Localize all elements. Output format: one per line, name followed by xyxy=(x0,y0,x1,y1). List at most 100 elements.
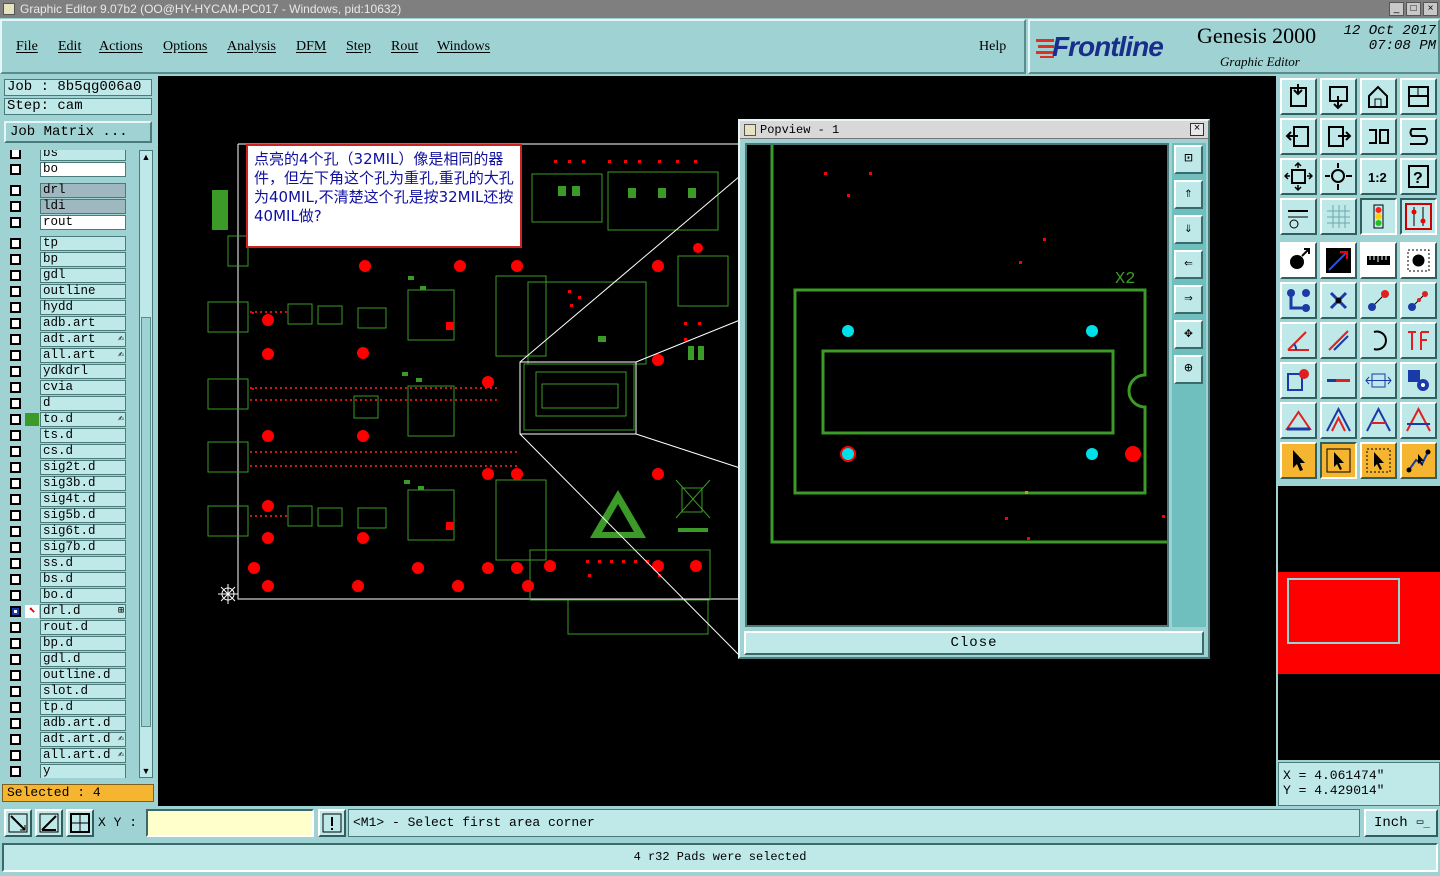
dimension-icon[interactable] xyxy=(1360,362,1397,399)
popview-center-icon[interactable]: ⊕ xyxy=(1174,355,1203,384)
layer-checkbox[interactable] xyxy=(10,670,21,681)
layer-checkbox[interactable] xyxy=(10,638,21,649)
layer-name[interactable]: bo.d xyxy=(40,588,126,603)
layer-checkbox[interactable] xyxy=(10,398,21,409)
layer-checkbox[interactable] xyxy=(10,270,21,281)
menu-file[interactable]: File xyxy=(16,39,38,55)
layer-checkbox[interactable] xyxy=(10,334,21,345)
layer-name[interactable]: tp.d xyxy=(40,700,126,715)
menu-analysis[interactable]: Analysis xyxy=(227,39,276,55)
layer-row[interactable]: tp.d xyxy=(4,700,126,715)
snap-grid-icon[interactable] xyxy=(66,809,94,837)
layer-checkbox[interactable] xyxy=(10,750,21,761)
scroll-thumb[interactable] xyxy=(141,317,151,727)
layer-row[interactable]: adb.art xyxy=(4,316,126,331)
layer-row[interactable]: bo.d xyxy=(4,588,126,603)
layer-name[interactable]: outline xyxy=(40,284,126,299)
layer-name[interactable]: rout xyxy=(40,215,126,230)
layer-checkbox[interactable] xyxy=(10,238,21,249)
zoom-fit-icon[interactable] xyxy=(1280,158,1317,195)
layer-checkbox[interactable] xyxy=(10,382,21,393)
layer-checkbox[interactable] xyxy=(10,286,21,297)
menu-help[interactable]: Help xyxy=(979,39,1006,55)
layer-name[interactable]: adb.art.d xyxy=(40,716,126,731)
measure-angle-icon[interactable] xyxy=(35,809,63,837)
popview-canvas[interactable]: X2 xyxy=(745,143,1169,627)
layer-checkbox[interactable] xyxy=(10,254,21,265)
split-line-icon[interactable] xyxy=(1320,362,1357,399)
select-net-icon[interactable] xyxy=(1400,442,1437,479)
layer-row[interactable]: sig3b.d xyxy=(4,476,126,491)
layer-name[interactable]: ts.d xyxy=(40,428,126,443)
layer-name[interactable]: drl.d xyxy=(40,604,126,619)
layer-row[interactable]: tp xyxy=(4,236,126,251)
selected-pad[interactable] xyxy=(1086,325,1098,337)
layer-name[interactable]: hydd xyxy=(40,300,126,315)
layer-name[interactable]: to.d xyxy=(40,412,126,427)
layer-row[interactable]: all.art ✍ xyxy=(4,348,126,363)
layer-row[interactable]: adt.art ✍ xyxy=(4,332,126,347)
layer-name[interactable]: adb.art xyxy=(40,316,126,331)
select-area-pointer-icon[interactable] xyxy=(1360,442,1397,479)
layer-name[interactable]: bp.d xyxy=(40,636,126,651)
layer-name[interactable]: bo xyxy=(40,162,126,177)
layer-list-scrollbar[interactable]: ▲ ▼ xyxy=(139,150,153,778)
slant-line-icon[interactable] xyxy=(1320,322,1357,359)
layer-checkbox[interactable] xyxy=(10,430,21,441)
layer-checkbox[interactable] xyxy=(10,164,21,175)
redraw-icon[interactable] xyxy=(1400,118,1437,155)
layer-checkbox[interactable] xyxy=(10,734,21,745)
layer-checkbox[interactable] xyxy=(10,606,21,617)
triangle-c-icon[interactable] xyxy=(1400,402,1437,439)
layer-row[interactable]: bp xyxy=(4,252,126,267)
text-flip-icon[interactable] xyxy=(1400,322,1437,359)
pan-left-icon[interactable] xyxy=(1280,118,1317,155)
layer-row[interactable]: cvia xyxy=(4,380,126,395)
layer-checkbox[interactable] xyxy=(10,302,21,313)
layer-name[interactable]: sig2t.d xyxy=(40,460,126,475)
layer-row[interactable]: gdl.d xyxy=(4,652,126,667)
minimize-button[interactable]: _ xyxy=(1389,2,1404,16)
layer-checkbox[interactable] xyxy=(10,526,21,537)
close-window-button[interactable]: × xyxy=(1423,2,1438,16)
snap-icon[interactable] xyxy=(1400,198,1437,235)
layer-name[interactable]: bs.d xyxy=(40,572,126,587)
popview-pan-right-icon[interactable]: ⇒ xyxy=(1174,285,1203,314)
selected-pad[interactable] xyxy=(842,448,854,460)
layer-checkbox[interactable] xyxy=(10,366,21,377)
layer-row[interactable]: to.d ✍ xyxy=(4,412,126,427)
layer-checkbox[interactable] xyxy=(10,542,21,553)
triangle-select-icon[interactable] xyxy=(1280,402,1317,439)
maximize-button[interactable]: □ xyxy=(1406,2,1421,16)
layer-checkbox[interactable] xyxy=(10,574,21,585)
layer-row[interactable]: cs.d xyxy=(4,444,126,459)
mirror-icon[interactable] xyxy=(1360,118,1397,155)
popview-close-button[interactable]: Close xyxy=(744,631,1204,655)
xy-input[interactable] xyxy=(146,809,314,837)
layer-row[interactable]: gdl xyxy=(4,268,126,283)
layer-name[interactable]: bp xyxy=(40,252,126,267)
layer-checkbox[interactable] xyxy=(10,478,21,489)
overview-map[interactable] xyxy=(1278,486,1440,760)
menu-edit[interactable]: Edit xyxy=(58,39,81,55)
layer-row[interactable]: sig6t.d xyxy=(4,524,126,539)
pan-right-icon[interactable] xyxy=(1320,118,1357,155)
popview-pan-left-icon[interactable]: ⇐ xyxy=(1174,250,1203,279)
layer-checkbox[interactable] xyxy=(10,590,21,601)
layer-name[interactable]: sig4t.d xyxy=(40,492,126,507)
connect-icon[interactable] xyxy=(1280,282,1317,319)
popview-expand-icon[interactable]: ✥ xyxy=(1174,320,1203,349)
move-feature-icon[interactable] xyxy=(1360,282,1397,319)
delete-x-icon[interactable] xyxy=(1320,282,1357,319)
layer-checkbox[interactable] xyxy=(10,494,21,505)
layer-name[interactable]: sig5b.d xyxy=(40,508,126,523)
layer-row[interactable]: sig2t.d xyxy=(4,460,126,475)
layer-name[interactable]: cs.d xyxy=(40,444,126,459)
select-box-pointer-icon[interactable] xyxy=(1320,442,1357,479)
popview-close-icon[interactable]: × xyxy=(1190,123,1204,136)
menu-rout[interactable]: Rout xyxy=(391,39,418,55)
layer-row[interactable]: hydd xyxy=(4,300,126,315)
grid-icon[interactable] xyxy=(1320,198,1357,235)
triangle-a-icon[interactable] xyxy=(1320,402,1357,439)
layer-checkbox[interactable] xyxy=(10,766,21,777)
